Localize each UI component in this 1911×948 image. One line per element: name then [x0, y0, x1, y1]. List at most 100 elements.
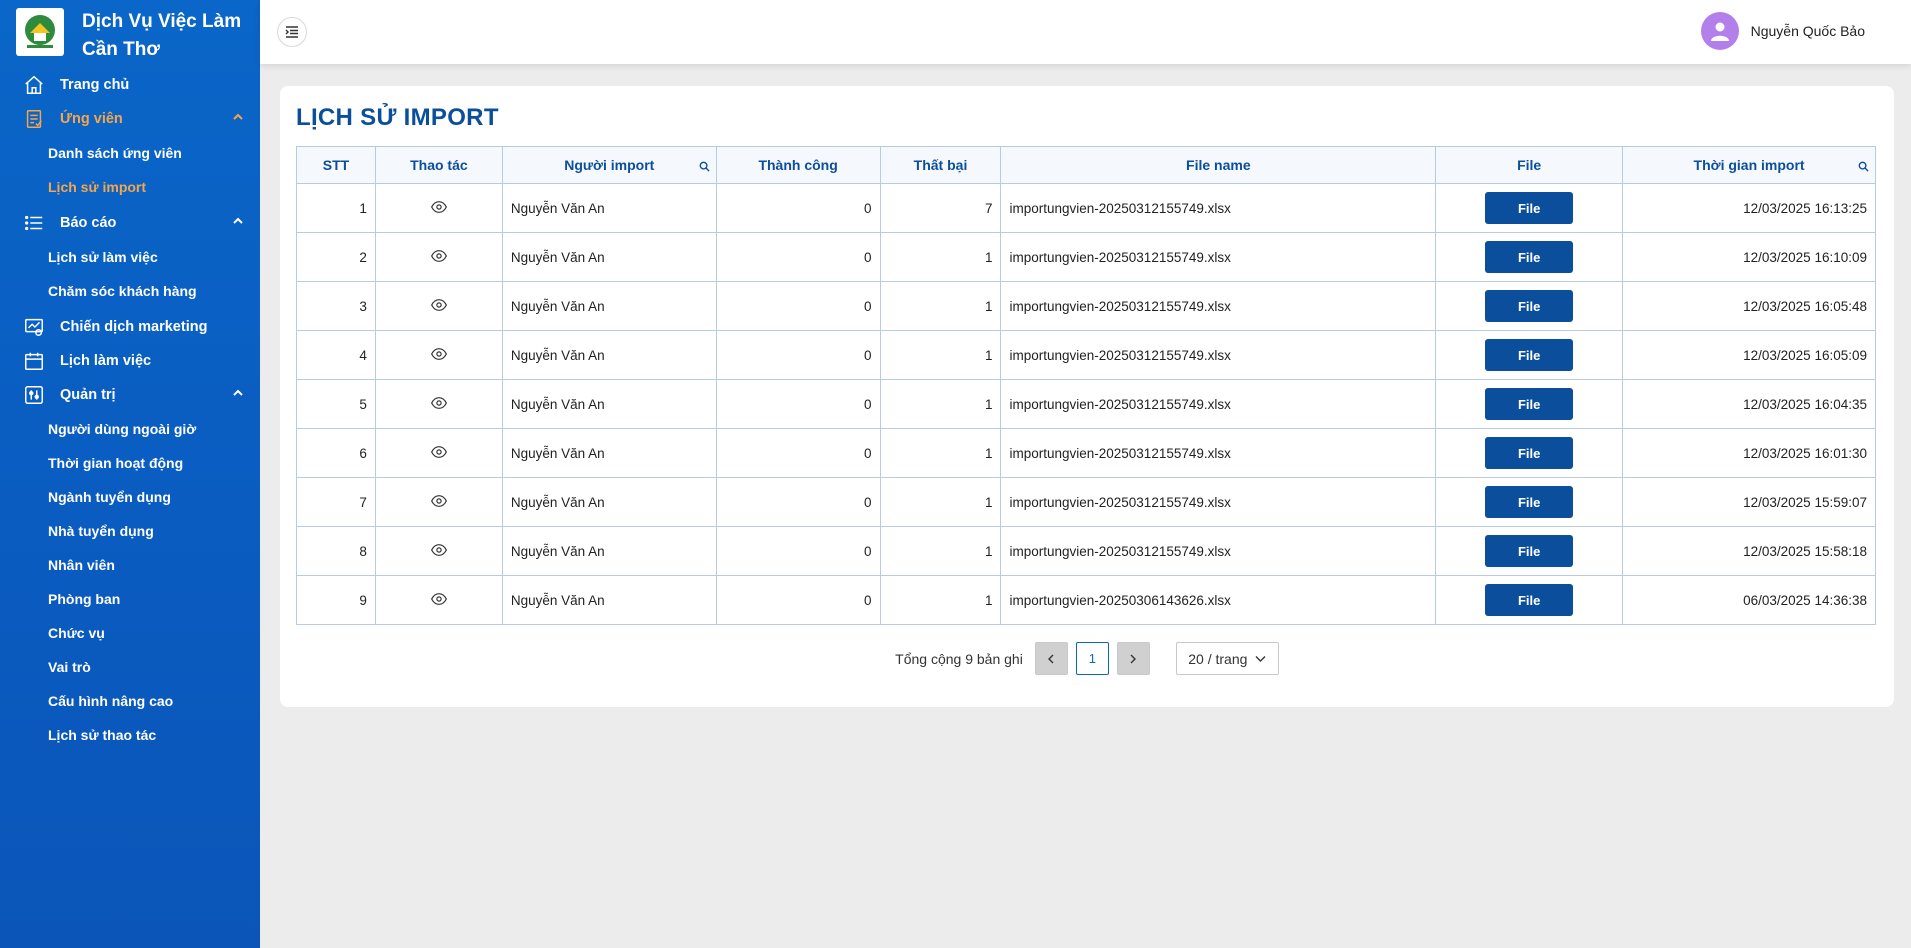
cell-file-name: importungvien-20250312155749.xlsx: [1000, 428, 1437, 478]
cell-file: File: [1435, 183, 1624, 233]
cell-actions: [374, 183, 503, 233]
pagination: Tổng cộng 9 bản ghi 1 20 / trang: [280, 642, 1894, 675]
sidebar-item-roles[interactable]: Vai trò: [0, 650, 260, 684]
sidebar-item-schedule[interactable]: Lịch làm việc: [0, 344, 260, 378]
col-header-file: File: [1435, 146, 1624, 184]
sidebar-item-reports[interactable]: Báo cáo: [0, 206, 260, 240]
cell-success: 0: [715, 281, 881, 331]
col-header-label: Người import: [564, 157, 655, 173]
next-page-button[interactable]: [1116, 642, 1150, 675]
eye-icon[interactable]: [430, 395, 447, 414]
sidebar-item-work-history[interactable]: Lịch sử làm việc: [0, 240, 260, 274]
file-download-button[interactable]: File: [1485, 584, 1574, 616]
calendar-icon: [22, 349, 46, 373]
sidebar-item-customer-care[interactable]: Chăm sóc khách hàng: [0, 274, 260, 308]
sidebar-item-advanced-config[interactable]: Cấu hình nâng cao: [0, 684, 260, 718]
sidebar-item-admin[interactable]: Quản trị: [0, 378, 260, 412]
file-download-button[interactable]: File: [1485, 192, 1574, 224]
cell-file-name: importungvien-20250312155749.xlsx: [1000, 281, 1437, 331]
eye-icon[interactable]: [430, 297, 447, 316]
sidebar-item-employers[interactable]: Nhà tuyển dụng: [0, 514, 260, 548]
sidebar-item-import-history[interactable]: Lịch sử import: [0, 170, 260, 204]
page-number-button[interactable]: 1: [1075, 642, 1109, 675]
eye-icon[interactable]: [430, 248, 447, 267]
chevron-up-icon: [232, 111, 244, 127]
file-download-button[interactable]: File: [1485, 486, 1574, 518]
content-card: LỊCH SỬ IMPORT STT Thao tác Người import…: [280, 86, 1894, 707]
sidebar-item-action-history[interactable]: Lịch sử thao tác: [0, 718, 260, 752]
col-header-failed: Thất bại: [879, 146, 1002, 184]
user-menu[interactable]: Nguyễn Quốc Bảo: [1700, 12, 1865, 50]
cell-file-name: importungvien-20250306143626.xlsx: [1000, 575, 1437, 625]
cell-file: File: [1435, 379, 1624, 429]
sidebar-item-staff[interactable]: Nhân viên: [0, 548, 260, 582]
table-row: 9 Nguyễn Văn An 0 1 importungvien-2025030614…: [296, 575, 1876, 625]
cell-import-time: 12/03/2025 16:05:09: [1622, 330, 1876, 380]
file-download-button[interactable]: File: [1485, 339, 1574, 371]
sidebar-item-candidates[interactable]: Ứng viên: [0, 102, 260, 136]
table-row: 4 Nguyễn Văn An 0 1 importungvien-2025031215…: [296, 330, 1876, 380]
cell-import-time: 12/03/2025 16:01:30: [1622, 428, 1876, 478]
page-title: LỊCH SỬ IMPORT: [296, 104, 499, 131]
sidebar-item-home[interactable]: Trang chủ: [0, 68, 260, 102]
sidebar-item-overtime-users[interactable]: Người dùng ngoài giờ: [0, 412, 260, 446]
cell-success: 0: [715, 183, 881, 233]
col-header-label: Thời gian import: [1693, 157, 1805, 173]
eye-icon[interactable]: [430, 591, 447, 610]
chevron-left-icon: [1048, 654, 1054, 663]
sidebar-item-active-time[interactable]: Thời gian hoạt động: [0, 446, 260, 480]
file-download-button[interactable]: File: [1485, 241, 1574, 273]
search-icon[interactable]: [1858, 159, 1869, 175]
sidebar-nav: Trang chủ Ứng viên Danh sách ứng viên Lị…: [0, 68, 260, 752]
sidebar-item-industries[interactable]: Ngành tuyển dụng: [0, 480, 260, 514]
page-size-select[interactable]: 20 / trang: [1175, 642, 1279, 675]
sidebar-item-label: Báo cáo: [60, 215, 117, 231]
sidebar-item-marketing[interactable]: Chiến dịch marketing: [0, 310, 260, 344]
sidebar-item-label: Quản trị: [60, 387, 116, 403]
cell-file: File: [1435, 575, 1624, 625]
sidebar: Dịch Vụ Việc Làm Cần Thơ Trang chủ Ứng v…: [0, 0, 260, 948]
file-download-button[interactable]: File: [1485, 535, 1574, 567]
cell-import-time: 12/03/2025 16:04:35: [1622, 379, 1876, 429]
sidebar-item-label: Lịch làm việc: [60, 353, 152, 369]
cell-success: 0: [715, 526, 881, 576]
cell-file-name: importungvien-20250312155749.xlsx: [1000, 330, 1437, 380]
cell-import-time: 12/03/2025 15:58:18: [1622, 526, 1876, 576]
brand[interactable]: Dịch Vụ Việc Làm Cần Thơ: [0, 0, 260, 66]
sidebar-item-departments[interactable]: Phòng ban: [0, 582, 260, 616]
admin-icon: [22, 383, 46, 407]
sidebar-item-candidate-list[interactable]: Danh sách ứng viên: [0, 136, 260, 170]
cell-file-name: importungvien-20250312155749.xlsx: [1000, 232, 1437, 282]
eye-icon[interactable]: [430, 444, 447, 463]
cell-failed: 1: [879, 281, 1002, 331]
eye-icon[interactable]: [430, 542, 447, 561]
chevron-up-icon: [232, 387, 244, 403]
search-icon[interactable]: [699, 159, 710, 175]
eye-icon[interactable]: [430, 493, 447, 512]
cell-actions: [374, 232, 503, 282]
table-row: 2 Nguyễn Văn An 0 1 importungvien-2025031215…: [296, 232, 1876, 282]
file-download-button[interactable]: File: [1485, 388, 1574, 420]
cell-file: File: [1435, 428, 1624, 478]
col-header-file-name: File name: [1000, 146, 1437, 184]
cell-file-name: importungvien-20250312155749.xlsx: [1000, 477, 1437, 527]
eye-icon[interactable]: [430, 199, 447, 218]
table-row: 1 Nguyễn Văn An 0 7 importungvien-2025031215…: [296, 183, 1876, 233]
table-row: 3 Nguyễn Văn An 0 1 importungvien-2025031215…: [296, 281, 1876, 331]
sidebar-item-label: Trang chủ: [60, 77, 130, 93]
sidebar-item-positions[interactable]: Chức vụ: [0, 616, 260, 650]
cell-file: File: [1435, 477, 1624, 527]
eye-icon[interactable]: [430, 346, 447, 365]
prev-page-button[interactable]: [1034, 642, 1068, 675]
cell-file-name: importungvien-20250312155749.xlsx: [1000, 183, 1437, 233]
file-download-button[interactable]: File: [1485, 437, 1574, 469]
user-name: Nguyễn Quốc Bảo: [1750, 23, 1865, 39]
cell-actions: [374, 526, 503, 576]
cell-file-name: importungvien-20250312155749.xlsx: [1000, 379, 1437, 429]
cell-stt: 4: [296, 330, 376, 380]
cell-success: 0: [715, 232, 881, 282]
menu-toggle-button[interactable]: [277, 17, 307, 47]
file-download-button[interactable]: File: [1485, 290, 1574, 322]
cell-success: 0: [715, 379, 881, 429]
pagination-total: Tổng cộng 9 bản ghi: [895, 650, 1023, 667]
